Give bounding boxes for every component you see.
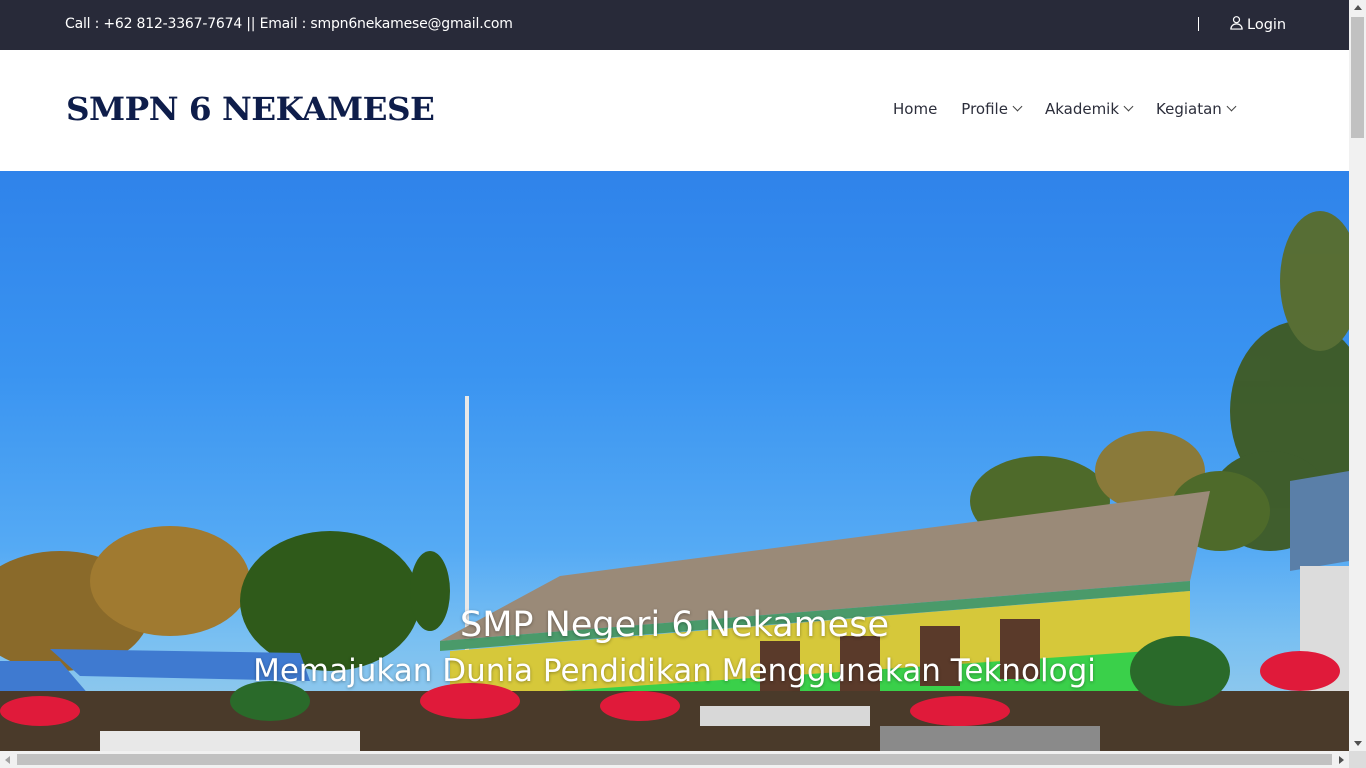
page-viewport: Call : +62 812-3367-7674 || Email : smpn… — [0, 0, 1349, 751]
nav-item-label: Kegiatan — [1156, 100, 1222, 118]
hero-title: SMP Negeri 6 Nekamese — [460, 605, 889, 645]
top-bar: Call : +62 812-3367-7674 || Email : smpn… — [0, 0, 1349, 50]
chevron-down-icon — [1123, 101, 1134, 112]
nav-item-kegiatan[interactable]: Kegiatan — [1156, 100, 1237, 118]
scroll-left-arrow-icon[interactable] — [5, 756, 10, 764]
nav-item-home[interactable]: Home — [893, 100, 937, 118]
chevron-down-icon — [1226, 101, 1237, 112]
scroll-down-arrow-icon[interactable] — [1354, 741, 1362, 746]
chevron-down-icon — [1012, 101, 1023, 112]
nav-item-label: Akademik — [1044, 100, 1120, 118]
vertical-scrollbar[interactable] — [1349, 0, 1366, 751]
topbar-divider — [1198, 17, 1199, 31]
hero-banner: SMP Negeri 6 Nekamese Memajukan Dunia Pe… — [0, 171, 1349, 751]
scrollbar-corner — [1349, 751, 1366, 768]
login-link[interactable]: Login — [1229, 15, 1286, 34]
nav-item-label: Home — [893, 100, 938, 118]
contact-info: Call : +62 812-3367-7674 || Email : smpn… — [65, 16, 513, 32]
nav-item-profile[interactable]: Profile — [961, 100, 1023, 118]
scroll-up-arrow-icon[interactable] — [1354, 5, 1362, 10]
site-header: SMPN 6 NEKAMESE Home Profile Akademik Ke… — [0, 50, 1349, 171]
horizontal-scrollbar[interactable] — [0, 751, 1349, 768]
nav-item-label: Profile — [961, 100, 1008, 118]
site-logo[interactable]: SMPN 6 NEKAMESE — [66, 90, 435, 128]
hero-subtitle: Memajukan Dunia Pendidikan Menggunakan T… — [253, 653, 1096, 689]
nav-item-akademik[interactable]: Akademik — [1044, 100, 1134, 118]
main-nav: Home Profile Akademik Kegiatan — [893, 100, 1237, 118]
login-label: Login — [1247, 16, 1287, 33]
user-icon — [1229, 15, 1244, 34]
scroll-right-arrow-icon[interactable] — [1339, 756, 1344, 764]
vertical-scroll-thumb[interactable] — [1351, 17, 1364, 138]
horizontal-scroll-thumb[interactable] — [17, 754, 1332, 765]
